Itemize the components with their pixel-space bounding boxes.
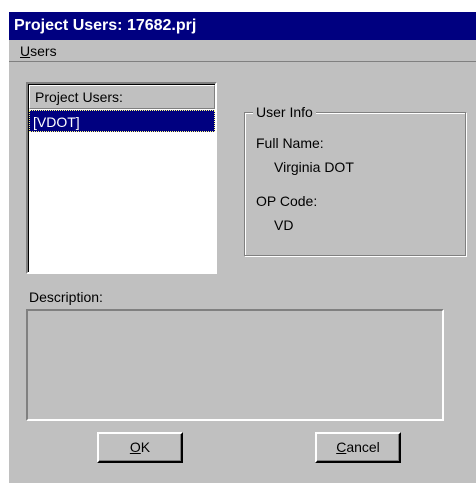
full-name-label: Full Name: [256, 135, 324, 151]
menu-users-label: sers [30, 43, 57, 59]
project-users-dialog: Project Users: 17682.prj Users Project U… [9, 12, 476, 483]
description-field[interactable] [26, 309, 444, 421]
ok-button[interactable]: OK [97, 432, 183, 463]
user-info-group: User Info Full Name: Virginia DOT OP Cod… [244, 103, 466, 256]
ok-label: K [140, 439, 151, 455]
cancel-label: ancel [346, 439, 380, 455]
cancel-button[interactable]: Cancel [315, 432, 401, 463]
list-column-header[interactable]: Project Users: [29, 85, 215, 109]
cancel-accelerator: C [336, 439, 347, 455]
list-item-label: [VDOT] [33, 114, 80, 130]
description-label: Description: [29, 289, 103, 305]
op-code-label: OP Code: [256, 193, 318, 209]
user-info-group-label: User Info [253, 103, 316, 121]
menu-bar: Users [9, 40, 476, 62]
title-bar[interactable]: Project Users: 17682.prj [9, 12, 476, 40]
list-header-label: Project Users: [35, 89, 123, 105]
list-item-vdot[interactable]: [VDOT] [29, 110, 215, 132]
ok-accelerator: O [129, 439, 141, 455]
menu-users[interactable]: Users [17, 42, 60, 60]
full-name-value: Virginia DOT [274, 159, 354, 175]
menu-users-accelerator: U [20, 43, 31, 59]
project-users-listbox[interactable]: Project Users: [VDOT] [26, 82, 217, 274]
window-title: Project Users: 17682.prj [14, 17, 197, 34]
op-code-value: VD [274, 217, 294, 233]
